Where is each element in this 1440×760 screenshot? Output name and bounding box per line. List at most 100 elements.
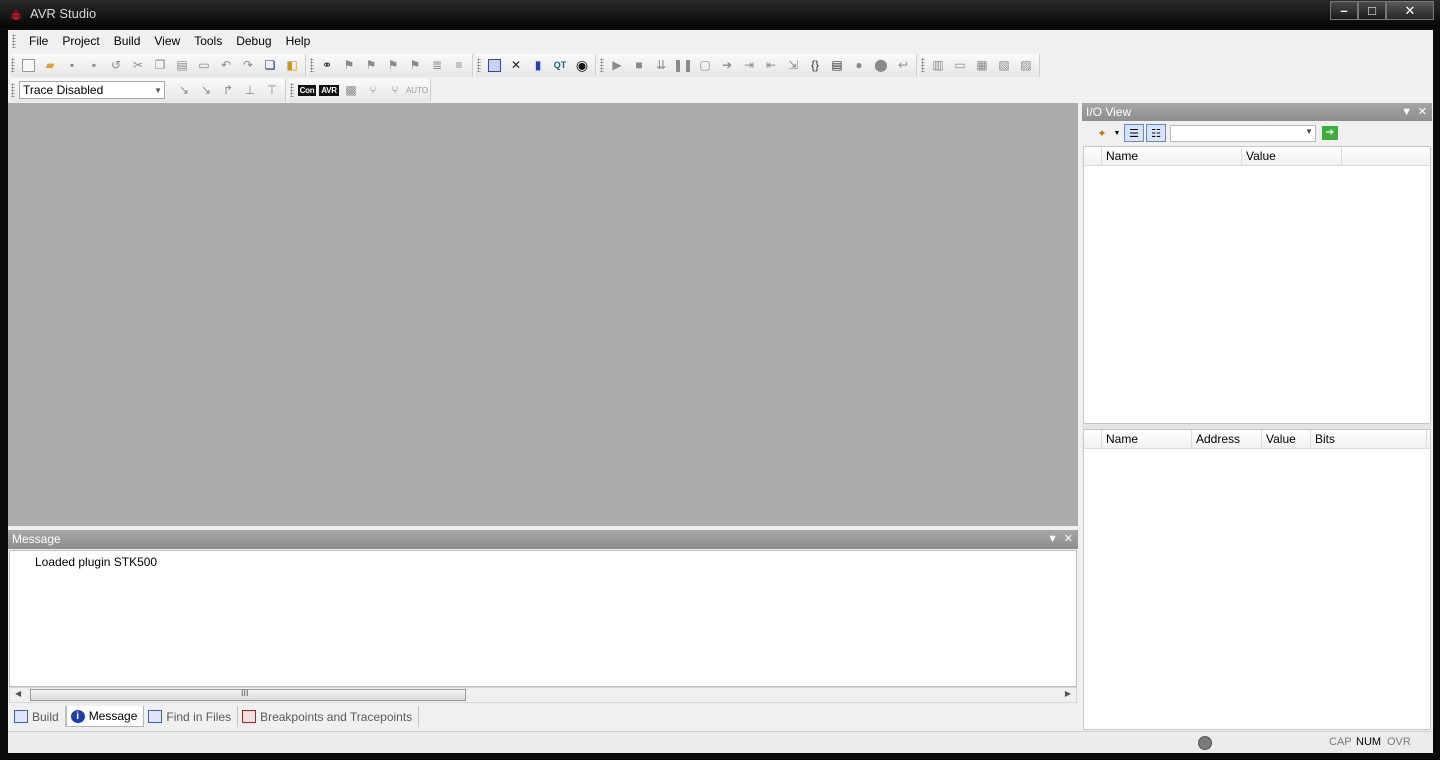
trace-stop-button[interactable]: ↘ [195,80,217,100]
paste-button[interactable]: ▤ [171,55,193,75]
message-pane-header[interactable]: Message ▼ ✕ [8,530,1078,549]
next-bookmark-button[interactable]: ⚑ [360,55,382,75]
indent-button[interactable]: ≣ [426,55,448,75]
reset-button[interactable]: ⇊ [650,55,672,75]
quickwatch-button[interactable]: {} [804,55,826,75]
col-value[interactable]: Value [1242,147,1342,165]
processor-window-button[interactable]: ▧ [993,55,1015,75]
break-button[interactable]: ❚❚ [672,55,694,75]
save-all-button[interactable]: ▪ [83,55,105,75]
auto-button[interactable]: AUTO [406,80,428,100]
undo-history-button[interactable]: ↺ [105,55,127,75]
io-register-list[interactable]: Name Address Value Bits [1083,429,1431,730]
menu-help[interactable]: Help [279,30,318,52]
close-button[interactable]: ✕ [1386,1,1434,20]
tab-build[interactable]: Build [10,706,66,727]
message-output[interactable]: Loaded plugin STK500 [9,550,1077,687]
stop-button[interactable]: ■ [628,55,650,75]
toolbar-grip[interactable] [11,58,15,72]
io-window-button[interactable]: ▨ [1015,55,1037,75]
register-window-button[interactable]: ▦ [971,55,993,75]
connect-button[interactable]: ✕ [505,55,527,75]
menu-file[interactable]: File [22,30,55,52]
tab-breakpoints[interactable]: Breakpoints and Tracepoints [238,706,420,727]
pane-menu-icon[interactable]: ▼ [1047,530,1058,549]
new-file-button[interactable] [17,55,39,75]
chip-button[interactable]: ▩ [340,80,362,100]
trace-start-button[interactable]: ↘ [173,80,195,100]
menu-build[interactable]: Build [107,30,148,52]
memory-window-button[interactable]: ▭ [949,55,971,75]
avr-button[interactable]: AVR [318,80,340,100]
step-over-button[interactable]: ▢ [694,55,716,75]
tree-view-button[interactable]: ☰ [1124,124,1144,142]
io-search-select[interactable]: ▼ [1170,124,1316,142]
col-value[interactable]: Value [1262,430,1311,448]
list-view-button[interactable]: ☷ [1146,124,1166,142]
find-button[interactable]: ⚭ [316,55,338,75]
disassembler-button[interactable]: ▤ [826,55,848,75]
tab-find-in-files[interactable]: Find in Files [144,706,239,727]
menu-tools[interactable]: Tools [187,30,229,52]
show-next-button[interactable]: ➔ [716,55,738,75]
con-button[interactable]: Con [296,80,318,100]
branch-button[interactable]: ⑂ [362,80,384,100]
toolbar-grip[interactable] [600,58,604,72]
cut-button[interactable]: ✂ [127,55,149,75]
toggle-bookmark-button[interactable]: ⚑ [338,55,360,75]
clear-bookmarks-button[interactable]: ⚑ [404,55,426,75]
trace-top-button[interactable]: ⊤ [261,80,283,100]
redo-button[interactable]: ↷ [237,55,259,75]
branch-alt-button[interactable]: ⑂ [384,80,406,100]
step-out-button[interactable]: ⇤ [760,55,782,75]
print-button[interactable]: ▭ [193,55,215,75]
find-in-files-button[interactable]: ◧ [281,55,303,75]
remove-breakpoints-button[interactable]: ⬤ [870,55,892,75]
mdi-workspace[interactable] [8,103,1078,526]
qtouch-button[interactable]: QT [549,55,571,75]
toolbar-grip[interactable] [921,58,925,72]
tab-message[interactable]: i Message [65,706,145,727]
programmer-button[interactable] [483,55,505,75]
col-address[interactable]: Address [1192,430,1262,448]
prev-bookmark-button[interactable]: ⚑ [382,55,404,75]
auto-step-button[interactable]: ↩ [892,55,914,75]
menu-debug[interactable]: Debug [229,30,278,52]
menu-view[interactable]: View [147,30,187,52]
run-button[interactable]: ▶ [606,55,628,75]
scroll-right-icon[interactable]: ▶ [1065,689,1071,698]
title-bar[interactable]: AVR Studio – □ ✕ [0,0,1440,28]
io-filter-button[interactable]: ✦ [1092,124,1112,142]
trace-bottom-button[interactable]: ⊥ [239,80,261,100]
go-button[interactable]: ➔ [1322,126,1338,140]
menubar-grip[interactable] [12,34,16,48]
col-bits[interactable]: Bits [1311,430,1427,448]
trace-jump-button[interactable]: ↱ [217,80,239,100]
io-filter-dropdown[interactable]: ▼ [1112,124,1122,142]
col-name[interactable]: Name [1102,147,1242,165]
toolbar-grip[interactable] [290,83,294,97]
run-to-cursor-button[interactable]: ⇲ [782,55,804,75]
toolbar-grip[interactable] [310,58,314,72]
undo-button[interactable]: ↶ [215,55,237,75]
outdent-button[interactable]: ≡ [448,55,470,75]
pane-menu-icon[interactable]: ▼ [1401,103,1412,121]
scroll-left-icon[interactable]: ◀ [15,689,21,698]
maximize-button[interactable]: □ [1358,1,1386,20]
menu-project[interactable]: Project [55,30,106,52]
toggle-breakpoint-button[interactable]: ● [848,55,870,75]
scroll-thumb[interactable]: III [30,688,466,701]
toolbar-grip[interactable] [11,83,15,97]
toolbar-grip[interactable] [477,58,481,72]
copy-button[interactable]: ❐ [149,55,171,75]
minimize-button[interactable]: – [1330,1,1358,20]
col-name[interactable]: Name [1102,430,1192,448]
watch-window-button[interactable]: ▥ [927,55,949,75]
pane-close-icon[interactable]: ✕ [1418,103,1427,121]
horizontal-scrollbar[interactable]: ◀ III ▶ [9,687,1077,703]
save-button[interactable]: ▪ [61,55,83,75]
device-button[interactable]: ▮ [527,55,549,75]
io-tree-list[interactable]: Name Value [1083,146,1431,424]
avr-dragon-button[interactable]: ◉ [571,55,593,75]
io-view-header[interactable]: I/O View ▼ ✕ [1082,103,1432,121]
